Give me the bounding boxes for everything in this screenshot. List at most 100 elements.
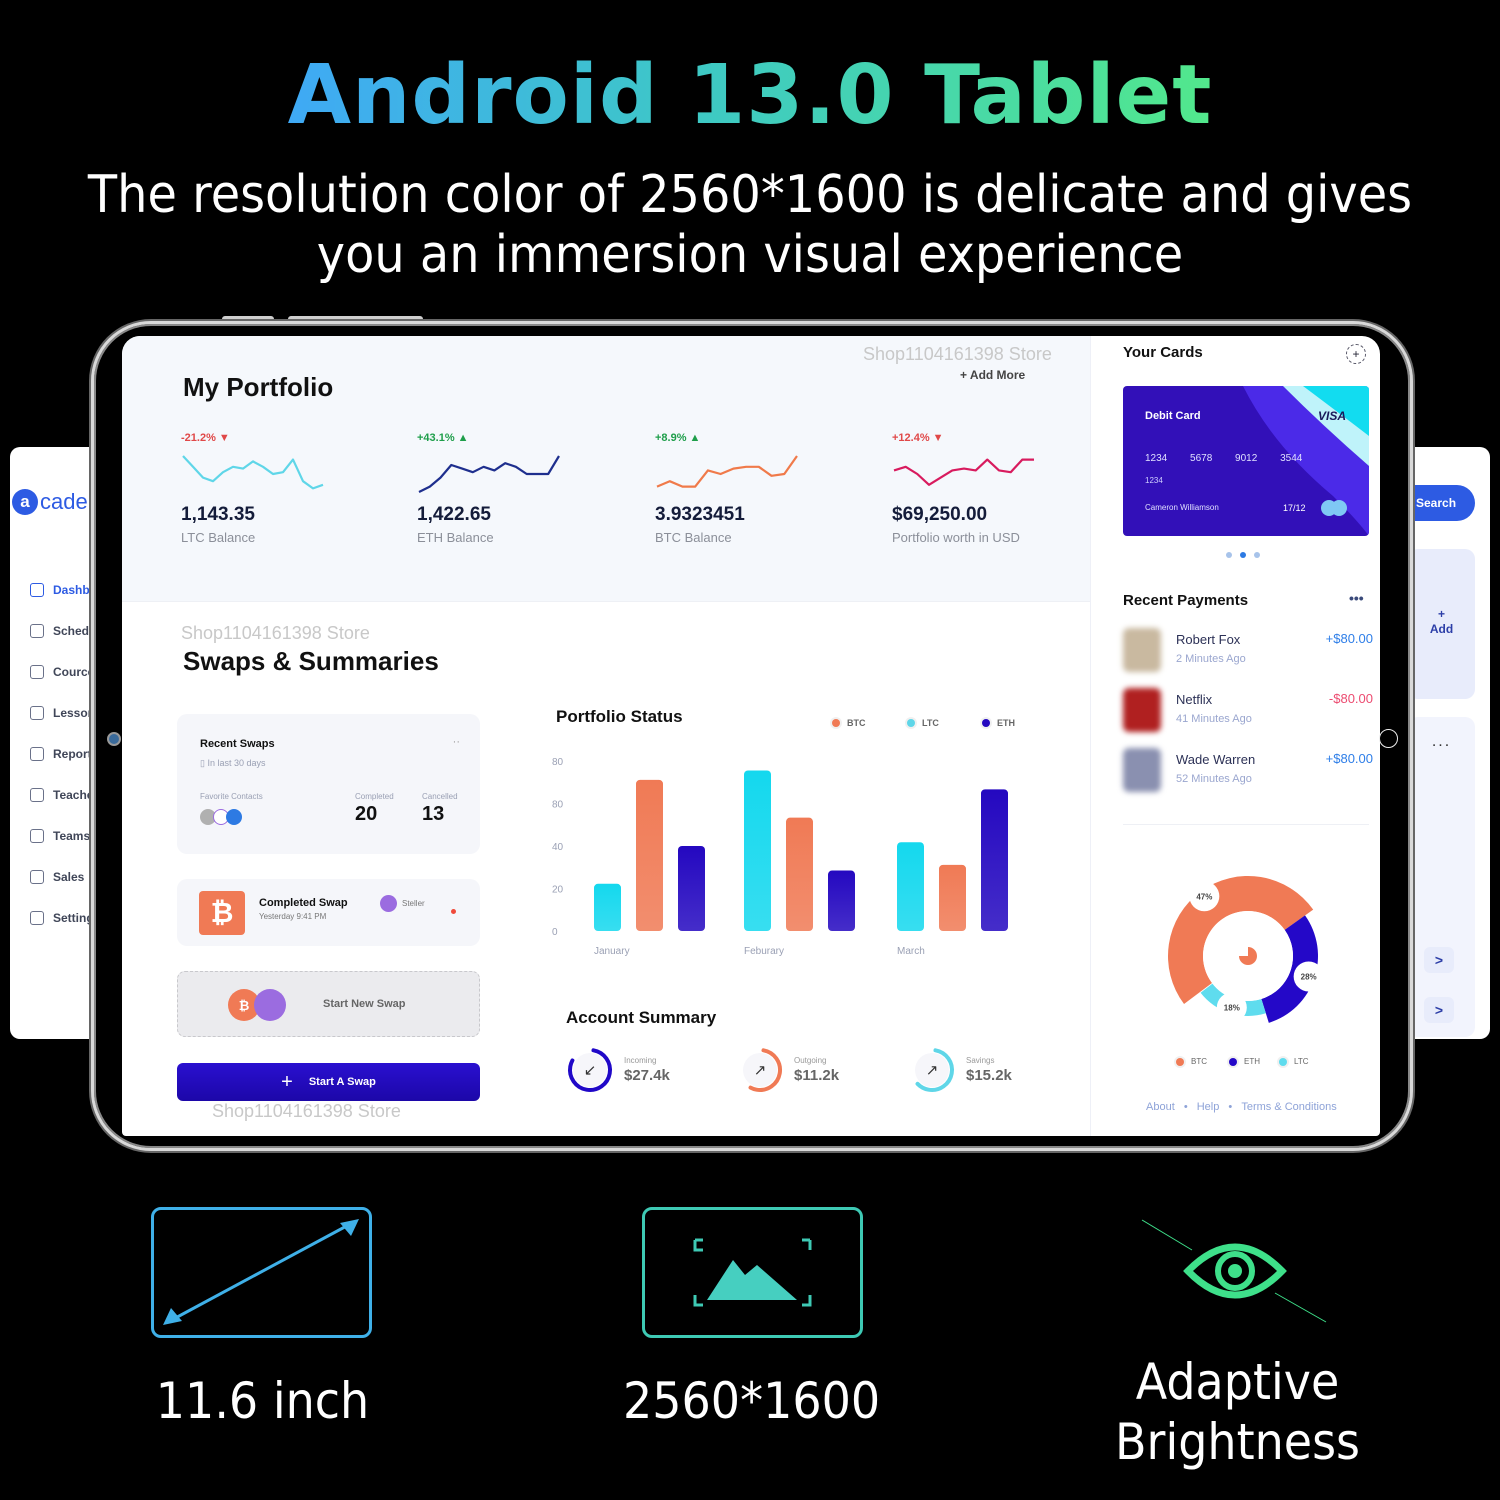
more-icon[interactable]: ·· xyxy=(453,736,460,748)
sparkline-path xyxy=(182,455,324,490)
plus-icon: + xyxy=(281,1070,293,1093)
coin-value: 1,143.35 xyxy=(181,504,255,525)
y-tick-label: 20 xyxy=(552,885,564,896)
sidebar-item-reports[interactable]: Reports xyxy=(30,733,98,774)
account-label: Outgoing xyxy=(794,1056,827,1065)
sparkline xyxy=(182,455,324,490)
completed-value: 20 xyxy=(355,803,378,825)
terms-link[interactable]: Terms & Conditions xyxy=(1241,1101,1336,1113)
arrow-icon: ↗ xyxy=(925,1062,939,1079)
coin-btc[interactable]: +8.9% ▲ 3.9323451 BTC Balance xyxy=(655,432,855,545)
coin-eth[interactable]: +43.1% ▲ 1,422.65 ETH Balance xyxy=(417,432,617,545)
payment-row[interactable]: Robert Fox 2 Minutes Ago +$80.00 xyxy=(1123,628,1373,676)
image-frame-icon xyxy=(693,1238,812,1307)
add-card-icon[interactable]: + xyxy=(1346,344,1366,364)
x-tick-label: January xyxy=(594,946,630,957)
payment-name: Robert Fox xyxy=(1176,632,1241,647)
account-value: $27.4k xyxy=(624,1067,670,1084)
add-tile[interactable]: + Add xyxy=(1408,549,1475,699)
card-page-dot[interactable] xyxy=(1240,552,1246,558)
payment-row[interactable]: Netflix 41 Minutes Ago -$80.00 xyxy=(1123,688,1373,736)
card-holder: Cameron Williamson xyxy=(1145,503,1219,512)
payment-amount: +$80.00 xyxy=(1325,751,1373,766)
completed-swap-time: Yesterday 9:41 PM xyxy=(259,912,327,921)
cancelled-label: Cancelled xyxy=(422,792,458,801)
more-icon[interactable]: ... xyxy=(1408,733,1475,751)
y-tick-label: 40 xyxy=(552,842,564,853)
donut-legend-eth: ETH xyxy=(1229,1057,1260,1066)
card-type: Debit Card xyxy=(1145,410,1201,422)
sidebar-item-schedu[interactable]: Schedu xyxy=(30,610,98,651)
coin-change: -21.2% ▼ xyxy=(181,432,230,444)
sparkline-path xyxy=(656,455,798,488)
sparkline-path xyxy=(893,458,1034,486)
account-savings[interactable]: ↗ Savings $15.2k xyxy=(908,1046,1012,1094)
coin-label: Portfolio worth in USD xyxy=(892,530,1020,545)
bitcoin-icon: ₿ xyxy=(199,891,245,935)
more-icon[interactable]: ••• xyxy=(1349,590,1364,606)
debit-card[interactable]: Debit Card VISA 1234 5678 9012 3544 1234… xyxy=(1123,386,1369,536)
separator: • xyxy=(1183,1101,1188,1113)
about-link[interactable]: About xyxy=(1146,1101,1175,1113)
completed-swap-title: Completed Swap xyxy=(259,897,348,909)
card-expiry: 17/12 xyxy=(1283,503,1306,513)
sidebar-item-label: Lesson xyxy=(53,705,96,720)
bar-btc-feburary xyxy=(786,817,813,931)
y-tick-label: 80 xyxy=(552,757,564,768)
mastercard-icon xyxy=(1321,500,1347,516)
account-outgoing[interactable]: ↗ Outgoing $11.2k xyxy=(736,1046,839,1094)
camera-icon xyxy=(107,732,121,746)
donut-label: 47% xyxy=(1196,892,1212,901)
donut-legend-ltc: LTC xyxy=(1279,1057,1309,1066)
legend-label: ETH xyxy=(997,718,1015,728)
sidebar-item-teache[interactable]: Teache xyxy=(30,774,98,815)
recent-swaps-card: Recent Swaps ▯ In last 30 days ·· Favori… xyxy=(177,714,480,854)
coin-ltc[interactable]: -21.2% ▼ 1,143.35 LTC Balance xyxy=(181,432,381,545)
account-label: Incoming xyxy=(624,1056,657,1065)
bar-ltc-feburary xyxy=(744,770,771,931)
sidebar-item-dashbo[interactable]: Dashbo xyxy=(30,569,98,610)
sidebar-item-label: Teams xyxy=(53,828,91,843)
sidebar-item-cource[interactable]: Cource xyxy=(30,651,98,692)
gear-icon xyxy=(30,910,44,925)
legend-dot xyxy=(1279,1057,1287,1066)
feature-brightness-line-1: Adaptive xyxy=(1135,1353,1340,1411)
feature-size-label: 11.6 inch xyxy=(155,1372,370,1430)
legend-dot xyxy=(982,719,990,727)
account-incoming[interactable]: ↙ Incoming $27.4k xyxy=(566,1046,670,1094)
card-page-dot[interactable] xyxy=(1226,552,1232,558)
sidebar-item-sales[interactable]: Sales xyxy=(30,856,98,897)
sidebar-item-label: Teache xyxy=(53,787,94,802)
completed-swap-card[interactable]: ₿ Completed Swap Yesterday 9:41 PM Stell… xyxy=(177,879,480,946)
coin-portfolio[interactable]: +12.4% ▼ $69,250.00 Portfolio worth in USD xyxy=(892,432,1092,545)
avatar[interactable] xyxy=(226,809,242,825)
subline-line-2: you an immersion visual experience xyxy=(316,225,1184,285)
swap-coins-icon: ₿ xyxy=(228,989,288,1021)
chevron-right-icon[interactable]: > xyxy=(1424,997,1454,1023)
help-link[interactable]: Help xyxy=(1197,1101,1220,1113)
sidebar-item-teams[interactable]: Teams xyxy=(30,815,98,856)
card-page-dot[interactable] xyxy=(1254,552,1260,558)
x-tick-label: Feburary xyxy=(744,946,784,957)
sidebar-item-setting[interactable]: Setting xyxy=(30,897,98,938)
coin-label: ETH Balance xyxy=(417,530,494,545)
tablet-screen: My Portfolio Shop1104161398 Store + Add … xyxy=(122,336,1380,1136)
bar-btc-january xyxy=(636,779,663,931)
feature-resolution-box xyxy=(642,1207,863,1338)
start-new-swap-tile[interactable]: ₿ Start New Swap xyxy=(177,971,480,1037)
chevron-right-icon[interactable]: > xyxy=(1424,947,1454,973)
bar-btc-march xyxy=(939,864,966,931)
portfolio-section: My Portfolio Shop1104161398 Store + Add … xyxy=(122,336,1090,602)
x-tick-label: March xyxy=(897,946,925,957)
add-more-link[interactable]: + Add More xyxy=(960,368,1025,382)
coin-label: BTC Balance xyxy=(655,530,732,545)
sparkline xyxy=(418,455,560,493)
start-swap-button[interactable]: + Start A Swap xyxy=(177,1063,480,1101)
account-label: Savings xyxy=(966,1056,995,1065)
right-app-panel: Search + Add ... > > xyxy=(1400,447,1490,1039)
sidebar-item-lesson[interactable]: Lesson xyxy=(30,692,98,733)
portfolio-title: My Portfolio xyxy=(183,372,334,402)
grid-icon xyxy=(30,582,44,597)
legend-dot xyxy=(1176,1057,1184,1066)
payment-row[interactable]: Wade Warren 52 Minutes Ago +$80.00 xyxy=(1123,748,1373,796)
